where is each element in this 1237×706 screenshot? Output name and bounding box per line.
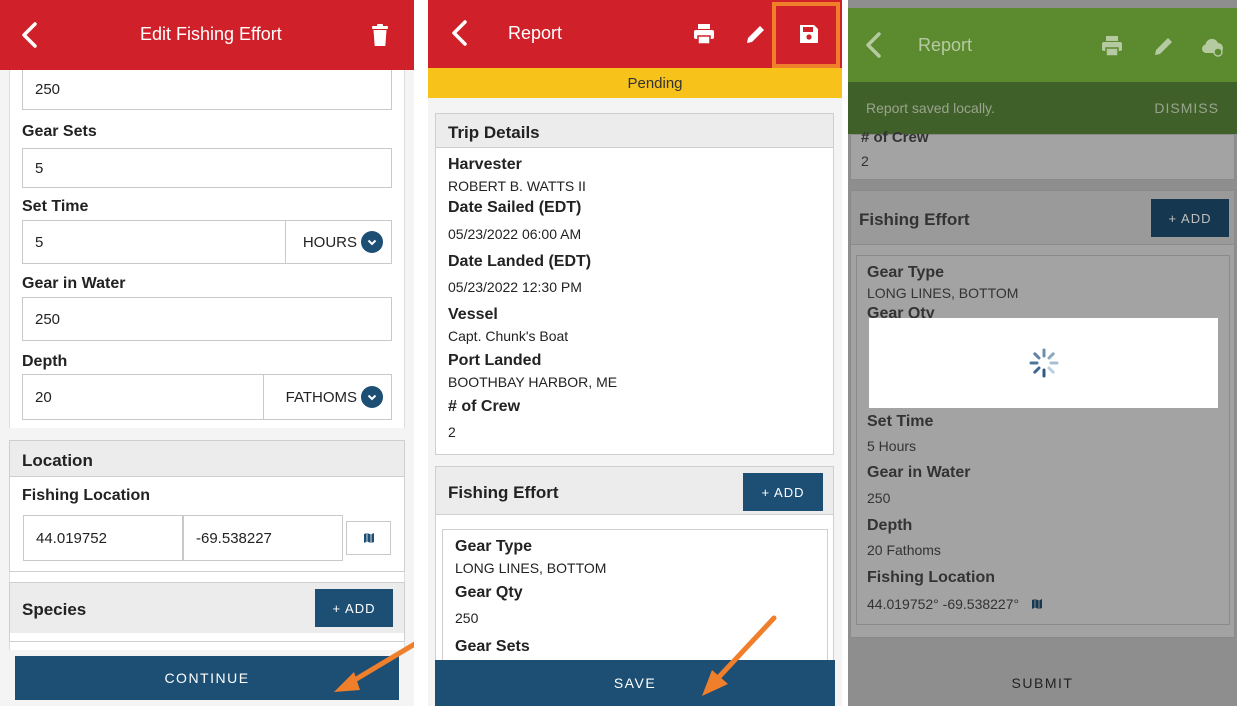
gear-in-water-label: Gear in Water xyxy=(867,464,971,481)
harvester-label: Harvester xyxy=(448,156,522,173)
add-fishing-effort-button[interactable]: + ADD xyxy=(743,473,823,511)
annotation-arrow xyxy=(702,615,777,696)
gear-qty-value: 250 xyxy=(455,610,479,626)
depth-unit-select[interactable]: FATHOMS xyxy=(263,374,392,420)
depth-label: Depth xyxy=(22,353,68,370)
fishing-location-text: 44.019752° -69.538227° xyxy=(867,596,1020,612)
gear-type-value: LONG LINES, BOTTOM xyxy=(867,285,1019,301)
gear-type-value: LONG LINES, BOTTOM xyxy=(455,560,607,576)
species-header: Species + ADD xyxy=(10,583,404,633)
print-icon[interactable] xyxy=(692,22,716,46)
fishing-location-label: Fishing Location xyxy=(22,487,150,504)
add-species-button[interactable]: + ADD xyxy=(315,589,393,627)
fishing-effort-header: Fishing Effort + ADD xyxy=(436,467,833,515)
dismiss-button[interactable]: DISMISS xyxy=(1154,100,1219,116)
vessel-value: Capt. Chunk's Boat xyxy=(448,328,569,344)
chevron-down-icon xyxy=(361,386,383,408)
back-chevron-icon[interactable] xyxy=(862,32,886,58)
gear-type-label: Gear Type xyxy=(455,538,533,555)
set-time-unit-value: HOURS xyxy=(302,233,357,251)
report-pending-screen: Report Pending Trip Details Harvester RO… xyxy=(428,0,842,706)
gear-sets-label: Gear Sets xyxy=(22,123,97,140)
trip-details-card: Trip Details Harvester ROBERT B. WATTS I… xyxy=(435,113,834,455)
edit-pencil-icon[interactable] xyxy=(1152,34,1176,58)
gear-qty-field[interactable]: 250 xyxy=(22,70,392,110)
set-time-label: Set Time xyxy=(867,413,934,430)
back-chevron-icon[interactable] xyxy=(448,20,472,46)
edit-fishing-effort-screen: Edit Fishing Effort 250 Gear Sets 5 Set … xyxy=(0,0,414,706)
fishing-location-label: Fishing Location xyxy=(867,569,995,586)
latitude-field[interactable]: 44.019752 xyxy=(23,515,183,561)
location-card: Location Fishing Location 44.019752 -69.… xyxy=(9,440,405,572)
trash-icon[interactable] xyxy=(368,23,392,47)
set-time-field[interactable]: 5 xyxy=(22,220,286,264)
date-sailed-label: Date Sailed (EDT) xyxy=(448,199,582,216)
gear-type-label: Gear Type xyxy=(867,264,945,281)
set-time-label: Set Time xyxy=(22,198,89,215)
species-section-title: Species xyxy=(22,600,87,619)
depth-value: 20 Fathoms xyxy=(867,542,941,558)
trip-details-title: Trip Details xyxy=(448,123,540,142)
port-landed-label: Port Landed xyxy=(448,352,542,369)
fishing-effort-header: Fishing Effort + ADD xyxy=(851,191,1234,245)
location-header: Location xyxy=(10,441,404,477)
vessel-label: Vessel xyxy=(448,306,498,323)
harvester-value: ROBERT B. WATTS II xyxy=(448,178,586,194)
gear-in-water-field[interactable]: 250 xyxy=(22,297,392,341)
location-section-title: Location xyxy=(22,451,93,470)
edit-pencil-icon[interactable] xyxy=(744,22,768,46)
fishing-location-value: 44.019752° -69.538227° xyxy=(867,596,1043,612)
fishing-effort-card: Fishing Effort + ADD Gear Type LONG LINE… xyxy=(850,190,1235,638)
screen-title: Edit Fishing Effort xyxy=(140,24,282,44)
app-bar: Edit Fishing Effort xyxy=(0,0,414,70)
port-landed-value: BOOTHBAY HARBOR, ME xyxy=(448,374,618,390)
screen-title: Report xyxy=(508,23,563,43)
map-icon xyxy=(363,533,374,543)
date-landed-value: 05/23/2022 12:30 PM xyxy=(448,279,582,295)
snackbar: Report saved locally. DISMISS xyxy=(848,82,1237,134)
status-banner: Pending xyxy=(428,68,842,98)
snackbar-text: Report saved locally. xyxy=(866,100,995,116)
map-button[interactable] xyxy=(346,521,391,555)
depth-field[interactable]: 20 xyxy=(22,374,264,420)
print-icon[interactable] xyxy=(1100,34,1124,58)
fishing-effort-title: Fishing Effort xyxy=(448,483,559,502)
section-gap xyxy=(9,428,405,440)
chevron-down-icon xyxy=(361,231,383,253)
longitude-field[interactable]: -69.538227 xyxy=(183,515,343,561)
app-bar: Report xyxy=(848,8,1237,82)
add-fishing-effort-button[interactable]: + ADD xyxy=(1151,199,1229,237)
crew-value: 2 xyxy=(448,424,456,440)
loading-spinner-icon xyxy=(1029,348,1058,378)
map-icon[interactable] xyxy=(1031,598,1043,610)
cloud-upload-icon[interactable] xyxy=(1200,34,1224,58)
trip-details-card: # of Crew 2 xyxy=(850,129,1235,180)
loading-dialog xyxy=(869,318,1218,408)
trip-details-header: Trip Details xyxy=(436,114,833,148)
gear-in-water-label: Gear in Water xyxy=(22,275,126,292)
gear-in-water-value: 250 xyxy=(867,490,891,506)
gear-qty-label: Gear Qty xyxy=(455,584,523,601)
set-time-unit-select[interactable]: HOURS xyxy=(285,220,392,264)
save-highlight-box xyxy=(772,2,840,68)
crew-label: # of Crew xyxy=(861,129,929,146)
status-text: Pending xyxy=(627,74,683,92)
screen-title: Report xyxy=(918,35,973,55)
depth-unit-value: FATHOMS xyxy=(285,388,357,406)
submit-label: SUBMIT xyxy=(1011,675,1074,691)
gear-sets-label: Gear Sets xyxy=(455,638,530,655)
report-saved-screen: Report Report saved locally. DISMISS # o… xyxy=(848,0,1237,706)
back-chevron-icon[interactable] xyxy=(18,22,42,48)
date-sailed-value: 05/23/2022 06:00 AM xyxy=(448,226,582,242)
fishing-effort-title: Fishing Effort xyxy=(859,210,970,229)
set-time-value: 5 Hours xyxy=(867,438,917,454)
submit-button[interactable]: SUBMIT xyxy=(848,660,1237,706)
gear-sets-field[interactable]: 5 xyxy=(22,148,392,188)
effort-item[interactable]: Gear Type LONG LINES, BOTTOM Gear Qty Se… xyxy=(856,255,1230,625)
annotation-arrow xyxy=(334,641,414,692)
date-landed-label: Date Landed (EDT) xyxy=(448,253,592,270)
depth-label: Depth xyxy=(867,517,913,534)
crew-value: 2 xyxy=(861,153,869,169)
crew-label: # of Crew xyxy=(448,398,521,415)
